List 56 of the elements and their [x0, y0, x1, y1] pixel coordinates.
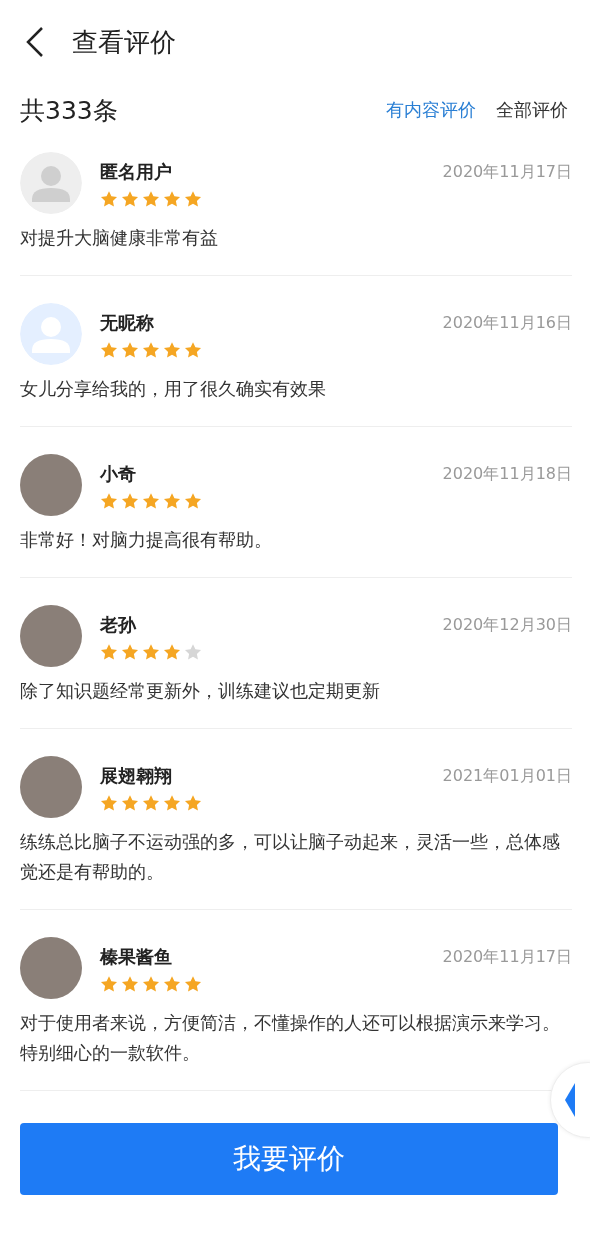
review-text: 除了知识题经常更新外，训练建议也定期更新: [20, 680, 381, 703]
review-text: 对于使用者来说，方便简洁，不懂操作的人还可以根据演示来学习。特别细心的一款软件。: [20, 1012, 561, 1065]
review-text: 练练总比脑子不运动强的多，可以让脑子动起来，灵活一些，总体感觉还是有帮助的。: [20, 831, 561, 884]
star-icon: [100, 341, 118, 359]
star-icon: [142, 492, 160, 510]
star-icon: [142, 643, 160, 661]
star-icon: [184, 975, 202, 993]
page-title: 查看评价: [72, 25, 176, 59]
star-icon: [163, 341, 181, 359]
star-icon: [100, 794, 118, 812]
review-date: 2020年12月30日: [442, 614, 572, 636]
star-icon: [121, 794, 139, 812]
review-date: 2020年11月17日: [442, 946, 572, 968]
star-icon: [142, 975, 160, 993]
review-date: 2020年11月18日: [442, 463, 572, 485]
reviewer-name: 榛果酱鱼: [100, 945, 173, 969]
review-date: 2020年11月17日: [442, 161, 572, 183]
star-icon: [142, 190, 160, 208]
star-icon: [121, 492, 139, 510]
review-text: 女儿分享给我的，用了很久确实有效果: [20, 378, 327, 401]
star-icon: [163, 492, 181, 510]
review-text: 对提升大脑健康非常有益: [20, 227, 219, 250]
avatar-silhouette-icon: [20, 152, 82, 214]
star-icon: [184, 190, 202, 208]
star-icon: [142, 341, 160, 359]
review-date: 2020年11月16日: [442, 312, 572, 334]
review-text: 非常好！对脑力提高很有帮助。: [20, 529, 273, 552]
star-icon: [184, 643, 202, 661]
star-icon: [100, 190, 118, 208]
star-icon: [163, 643, 181, 661]
star-icon: [163, 190, 181, 208]
reviewer-name: 小奇: [100, 462, 137, 486]
star-icon: [163, 975, 181, 993]
star-icon: [121, 975, 139, 993]
star-icon: [121, 341, 139, 359]
reviewer-name: 匿名用户: [100, 160, 173, 184]
reviewer-name: 无昵称: [100, 311, 155, 335]
write-review-button[interactable]: 我要评价: [20, 1123, 558, 1195]
filter-tab[interactable]: 全部评价: [496, 98, 568, 122]
star-icon: [100, 975, 118, 993]
review-date: 2021年01月01日: [442, 765, 572, 787]
filter-tab[interactable]: 有内容评价: [386, 98, 476, 122]
review-count: 共333条: [20, 94, 119, 127]
star-icon: [184, 341, 202, 359]
star-icon: [100, 643, 118, 661]
star-icon: [184, 492, 202, 510]
avatar-silhouette-icon: [20, 303, 82, 365]
star-icon: [142, 794, 160, 812]
star-icon: [163, 794, 181, 812]
reviewer-name: 展翅翱翔: [100, 764, 173, 788]
star-icon: [121, 190, 139, 208]
star-icon: [121, 643, 139, 661]
star-icon: [184, 794, 202, 812]
back-icon[interactable]: [24, 26, 46, 58]
reviewer-name: 老孙: [100, 613, 138, 637]
star-icon: [100, 492, 118, 510]
